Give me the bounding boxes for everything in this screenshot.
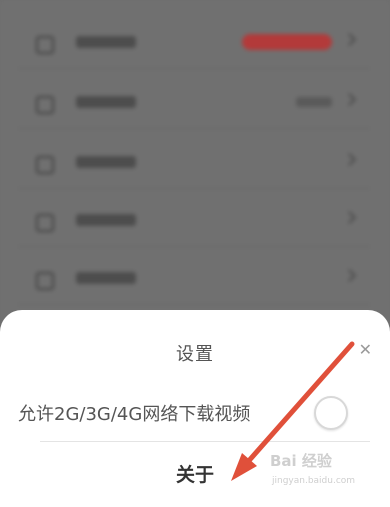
background-row	[18, 12, 370, 69]
watermark-line2: jingyan.baidu.com	[272, 476, 356, 486]
chevron-right-icon	[343, 93, 356, 106]
background-row	[18, 132, 370, 189]
chevron-right-icon	[343, 211, 356, 224]
row-icon	[36, 156, 54, 174]
download-over-mobile-network-option[interactable]: 允许2G/3G/4G网络下载视频	[18, 388, 378, 436]
row-value-placeholder	[296, 97, 332, 107]
row-label-placeholder	[76, 214, 136, 226]
row-label-placeholder	[76, 36, 136, 48]
chevron-right-icon	[343, 153, 356, 166]
sheet-title: 设置	[176, 344, 214, 365]
option-toggle[interactable]	[314, 396, 348, 430]
watermark-logo: Bai 经验 jingyan.baidu.com	[270, 448, 382, 496]
background-row	[18, 248, 370, 305]
blurred-background-list	[0, 0, 390, 330]
option-label: 允许2G/3G/4G网络下载视频	[18, 404, 251, 425]
row-label-placeholder	[76, 156, 136, 168]
row-icon	[36, 272, 54, 290]
chevron-right-icon	[343, 269, 356, 282]
status-badge	[242, 34, 332, 50]
close-icon[interactable]: ✕	[359, 340, 372, 359]
divider	[40, 441, 370, 442]
background-row	[18, 190, 370, 247]
row-label-placeholder	[76, 272, 136, 284]
row-icon	[36, 214, 54, 232]
watermark-line1: Bai 经验	[270, 452, 332, 470]
row-icon	[36, 96, 54, 114]
row-label-placeholder	[76, 96, 136, 108]
background-row	[18, 72, 370, 129]
chevron-right-icon	[343, 33, 356, 46]
row-icon	[36, 36, 54, 54]
